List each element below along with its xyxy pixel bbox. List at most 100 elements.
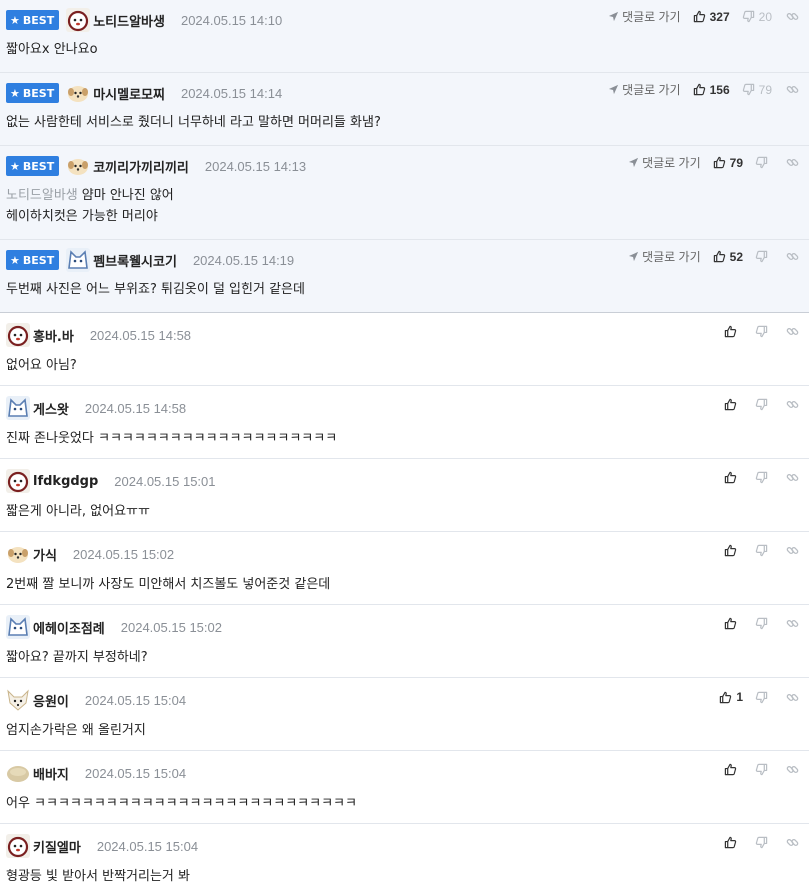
link-icon — [786, 253, 799, 260]
comment-actions — [724, 836, 799, 849]
share-link-button[interactable] — [786, 544, 799, 557]
comment-actions — [724, 763, 799, 776]
dislike-button[interactable]: 79 — [742, 83, 772, 97]
comment-header: 홍바.바 2024.05.15 14:58 — [6, 323, 809, 347]
thumbs-up-icon — [724, 763, 737, 776]
share-link-button[interactable] — [786, 83, 799, 96]
like-button[interactable]: 52 — [713, 250, 743, 264]
best-badge-label: BEST — [22, 86, 55, 100]
comment-text: 짧은게 아니라, 없어요ㅠㅠ — [6, 504, 150, 519]
goto-reply-link[interactable]: 댓글로 가기 — [608, 8, 681, 25]
nickname[interactable]: 키질엘마 — [33, 837, 81, 856]
like-button[interactable] — [724, 398, 741, 411]
avatar[interactable] — [6, 834, 30, 858]
like-button[interactable]: 156 — [693, 83, 730, 97]
dislike-button[interactable]: 20 — [742, 10, 772, 24]
dislike-button[interactable] — [755, 763, 772, 776]
dislike-button[interactable] — [755, 617, 772, 630]
share-link-button[interactable] — [786, 398, 799, 411]
share-link-button[interactable] — [786, 10, 799, 23]
comment-text: 2번째 짤 보니까 사장도 미안해서 치즈볼도 넣어준것 같은데 — [6, 577, 331, 592]
quoted-nickname[interactable]: 노티드알바생 — [6, 188, 78, 203]
like-button[interactable]: 79 — [713, 156, 743, 170]
comment-date: 2024.05.15 14:19 — [192, 252, 295, 268]
comment-header: lfdkgdgp 2024.05.15 15:01 — [6, 469, 809, 493]
dog-red-icon — [66, 8, 91, 32]
avatar[interactable] — [6, 688, 30, 712]
dislike-button[interactable] — [755, 544, 772, 557]
like-button[interactable] — [724, 617, 741, 630]
comment-date: 2024.05.15 15:01 — [114, 473, 216, 489]
like-button[interactable] — [724, 836, 741, 849]
avatar[interactable] — [6, 323, 30, 347]
dislike-button[interactable] — [755, 471, 772, 484]
dislike-button[interactable] — [755, 691, 772, 704]
thumbs-up-icon — [693, 83, 705, 96]
nickname[interactable]: 응원이 — [33, 691, 69, 710]
nickname[interactable]: 마시멜로모찌 — [93, 84, 165, 103]
nickname[interactable]: 홍바.바 — [33, 326, 74, 345]
comment-text: 엄지손가락은 왜 올린거지 — [6, 723, 146, 738]
like-button[interactable] — [724, 544, 741, 557]
avatar[interactable] — [66, 81, 90, 105]
like-button[interactable]: 327 — [693, 10, 730, 24]
nickname[interactable]: 배바지 — [33, 764, 69, 783]
avatar[interactable] — [6, 761, 30, 785]
thumbs-down-icon — [742, 83, 754, 96]
dog-red-icon — [6, 469, 30, 493]
share-link-button[interactable] — [786, 471, 799, 484]
link-icon — [786, 547, 799, 554]
comment-header: 에헤이조점례 2024.05.15 15:02 — [6, 615, 809, 639]
avatar[interactable] — [66, 8, 91, 32]
share-link-button[interactable] — [786, 836, 799, 849]
dislike-count: 20 — [758, 9, 772, 24]
dislike-button[interactable] — [755, 250, 772, 263]
comment-text-line: 얌마 안나진 않어 — [81, 188, 174, 203]
share-link-button[interactable] — [786, 763, 799, 776]
thumbs-down-icon — [755, 325, 768, 338]
dislike-button[interactable] — [755, 398, 772, 411]
dog-red-icon — [6, 323, 30, 347]
dislike-button[interactable] — [755, 836, 772, 849]
fox-icon — [7, 689, 29, 711]
comment-actions: 1 — [719, 690, 799, 704]
nickname[interactable]: 가식 — [33, 545, 57, 564]
thumbs-up-icon — [724, 617, 737, 630]
like-button[interactable] — [724, 325, 741, 338]
nickname[interactable]: 펨브록웰시코기 — [93, 251, 177, 270]
dislike-button[interactable] — [755, 325, 772, 338]
nickname[interactable]: 노티드알바생 — [93, 11, 165, 30]
share-link-button[interactable] — [786, 325, 799, 338]
best-comment: ★ BEST 노티드알바생 2024.05.15 14:10 짧아요x 안나요o … — [0, 0, 809, 73]
like-button[interactable]: 1 — [719, 690, 743, 704]
nickname[interactable]: 코끼리가끼리끼리 — [93, 157, 189, 176]
share-link-button[interactable] — [786, 250, 799, 263]
avatar[interactable] — [6, 615, 30, 639]
best-comment: ★ BEST 코끼리가끼리끼리 2024.05.15 14:13 노티드알바생 얌마… — [0, 146, 809, 240]
avatar[interactable] — [6, 396, 30, 420]
goto-reply-link[interactable]: 댓글로 가기 — [608, 81, 681, 98]
nickname[interactable]: 에헤이조점례 — [33, 618, 105, 637]
avatar[interactable] — [6, 542, 30, 566]
avatar[interactable] — [66, 154, 90, 178]
comment-date: 2024.05.15 14:58 — [84, 400, 187, 416]
avatar[interactable] — [66, 248, 91, 272]
share-link-button[interactable] — [786, 617, 799, 630]
like-count: 156 — [709, 82, 730, 97]
comment-text: 없어요 아님? — [6, 358, 77, 373]
avatar[interactable] — [6, 469, 30, 493]
nickname[interactable]: 게스왓 — [33, 399, 69, 418]
goto-reply-label: 댓글로 가기 — [642, 156, 701, 170]
nickname[interactable]: lfdkgdgp — [33, 474, 98, 489]
thumbs-down-icon — [755, 544, 768, 557]
share-link-button[interactable] — [786, 691, 799, 704]
share-link-button[interactable] — [786, 156, 799, 169]
dislike-button[interactable] — [755, 156, 772, 169]
goto-reply-link[interactable]: 댓글로 가기 — [628, 248, 701, 265]
star-icon: ★ — [10, 159, 20, 173]
goto-reply-link[interactable]: 댓글로 가기 — [628, 154, 701, 171]
comment-text: 없는 사람한테 서비스로 줬더니 너무하네 라고 말하면 머머리들 화냄? — [6, 115, 381, 130]
like-button[interactable] — [724, 763, 741, 776]
comment-header: 응원이 2024.05.15 15:04 — [6, 688, 809, 712]
like-button[interactable] — [724, 471, 741, 484]
